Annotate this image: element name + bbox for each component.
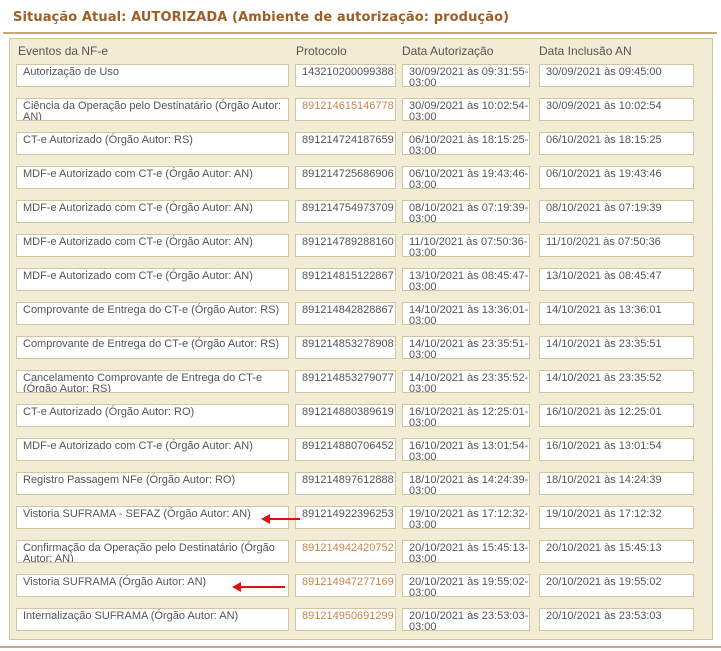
inclusion-date-cell: 14/10/2021 às 23:35:51 — [539, 336, 694, 359]
protocol-cell: 891214853279077 — [295, 370, 396, 393]
protocol-cell: 143210200099388 — [295, 64, 396, 87]
inclusion-date-cell: 11/10/2021 às 07:50:36 — [539, 234, 694, 257]
event-name-cell: Confirmação da Operação pelo Destinatári… — [16, 540, 289, 563]
inclusion-date-cell: 19/10/2021 às 17:12:32 — [539, 506, 694, 529]
event-name-cell: Comprovante de Entrega do CT-e (Órgão Au… — [16, 336, 289, 359]
inclusion-date-cell: 08/10/2021 às 07:19:39 — [539, 200, 694, 223]
events-panel: Eventos da NF-e Protocolo Data Autorizaç… — [9, 38, 713, 640]
header-data-autorizacao: Data Autorização — [402, 44, 494, 58]
event-name-cell: Registro Passagem NFe (Órgão Autor: RO) — [16, 472, 289, 495]
event-name-cell: MDF-e Autorizado com CT-e (Órgão Autor: … — [16, 166, 289, 189]
event-name-cell: Vistoria SUFRAMA - SEFAZ (Órgão Autor: A… — [16, 506, 289, 529]
protocol-cell: 891214815122867 — [295, 268, 396, 291]
authorization-date-cell: 16/10/2021 às 12:25:01-03:00 — [402, 404, 530, 427]
authorization-date-cell: 30/09/2021 às 10:02:54-03:00 — [402, 98, 530, 121]
protocol-cell: 891214853278908 — [295, 336, 396, 359]
page-title: Situação Atual: AUTORIZADA (Ambiente de … — [13, 10, 510, 25]
event-name-cell: MDF-e Autorizado com CT-e (Órgão Autor: … — [16, 438, 289, 461]
title-divider — [3, 32, 717, 34]
event-name-cell: Ciência da Operação pelo Destinatário (Ó… — [16, 98, 289, 121]
authorization-date-cell: 08/10/2021 às 07:19:39-03:00 — [402, 200, 530, 223]
authorization-date-cell: 14/10/2021 às 23:35:51-03:00 — [402, 336, 530, 359]
authorization-date-cell: 06/10/2021 às 19:43:46-03:00 — [402, 166, 530, 189]
protocol-cell: 891214922396253 — [295, 506, 396, 529]
red-arrow-annotation — [232, 582, 285, 592]
protocol-cell: 891214754973709 — [295, 200, 396, 223]
authorization-date-cell: 18/10/2021 às 14:24:39-03:00 — [402, 472, 530, 495]
event-name-cell: MDF-e Autorizado com CT-e (Órgão Autor: … — [16, 200, 289, 223]
event-name-cell: Autorização de Uso — [16, 64, 289, 87]
authorization-date-cell: 13/10/2021 às 08:45:47-03:00 — [402, 268, 530, 291]
inclusion-date-cell: 20/10/2021 às 15:45:13 — [539, 540, 694, 563]
header-eventos: Eventos da NF-e — [18, 44, 109, 58]
protocol-link[interactable]: 891214947277169 — [295, 574, 396, 597]
authorization-date-cell: 19/10/2021 às 17:12:32-03:00 — [402, 506, 530, 529]
inclusion-date-cell: 30/09/2021 às 09:45:00 — [539, 64, 694, 87]
inclusion-date-cell: 20/10/2021 às 19:55:02 — [539, 574, 694, 597]
protocol-link[interactable]: 891214615146778 — [295, 98, 396, 121]
event-name-cell: CT-e Autorizado (Órgão Autor: RS) — [16, 132, 289, 155]
protocol-cell: 891214897612888 — [295, 472, 396, 495]
event-name-cell: CT-e Autorizado (Órgão Autor: RO) — [16, 404, 289, 427]
bottom-divider — [0, 646, 721, 648]
authorization-date-cell: 20/10/2021 às 19:55:02-03:00 — [402, 574, 530, 597]
inclusion-date-cell: 14/10/2021 às 23:35:52 — [539, 370, 694, 393]
protocol-cell: 891214725686906 — [295, 166, 396, 189]
event-name-cell: MDF-e Autorizado com CT-e (Órgão Autor: … — [16, 234, 289, 257]
authorization-date-cell: 30/09/2021 às 09:31:55-03:00 — [402, 64, 530, 87]
inclusion-date-cell: 16/10/2021 às 13:01:54 — [539, 438, 694, 461]
header-data-inclusao: Data Inclusão AN — [539, 44, 632, 58]
protocol-cell: 891214724187659 — [295, 132, 396, 155]
inclusion-date-cell: 30/09/2021 às 10:02:54 — [539, 98, 694, 121]
authorization-date-cell: 06/10/2021 às 18:15:25-03:00 — [402, 132, 530, 155]
protocol-cell: 891214880706452 — [295, 438, 396, 461]
authorization-date-cell: 11/10/2021 às 07:50:36-03:00 — [402, 234, 530, 257]
inclusion-date-cell: 18/10/2021 às 14:24:39 — [539, 472, 694, 495]
inclusion-date-cell: 20/10/2021 às 23:53:03 — [539, 608, 694, 631]
authorization-date-cell: 20/10/2021 às 15:45:13-03:00 — [402, 540, 530, 563]
protocol-link[interactable]: 891214950691299 — [295, 608, 396, 631]
event-name-cell: Cancelamento Comprovante de Entrega do C… — [16, 370, 289, 393]
header-protocolo: Protocolo — [296, 44, 347, 58]
inclusion-date-cell: 14/10/2021 às 13:36:01 — [539, 302, 694, 325]
red-arrow-annotation — [261, 514, 300, 524]
inclusion-date-cell: 06/10/2021 às 19:43:46 — [539, 166, 694, 189]
authorization-date-cell: 14/10/2021 às 23:35:52-03:00 — [402, 370, 530, 393]
authorization-date-cell: 20/10/2021 às 23:53:03-03:00 — [402, 608, 530, 631]
event-name-cell: Comprovante de Entrega do CT-e (Órgão Au… — [16, 302, 289, 325]
protocol-cell: 891214880389619 — [295, 404, 396, 427]
authorization-date-cell: 16/10/2021 às 13:01:54-03:00 — [402, 438, 530, 461]
protocol-cell: 891214789288160 — [295, 234, 396, 257]
inclusion-date-cell: 06/10/2021 às 18:15:25 — [539, 132, 694, 155]
protocol-cell: 891214842828867 — [295, 302, 396, 325]
authorization-date-cell: 14/10/2021 às 13:36:01-03:00 — [402, 302, 530, 325]
event-name-cell: MDF-e Autorizado com CT-e (Órgão Autor: … — [16, 268, 289, 291]
inclusion-date-cell: 13/10/2021 às 08:45:47 — [539, 268, 694, 291]
protocol-link[interactable]: 891214942420752 — [295, 540, 396, 563]
inclusion-date-cell: 16/10/2021 às 12:25:01 — [539, 404, 694, 427]
event-name-cell: Internalização SUFRAMA (Órgão Autor: AN) — [16, 608, 289, 631]
